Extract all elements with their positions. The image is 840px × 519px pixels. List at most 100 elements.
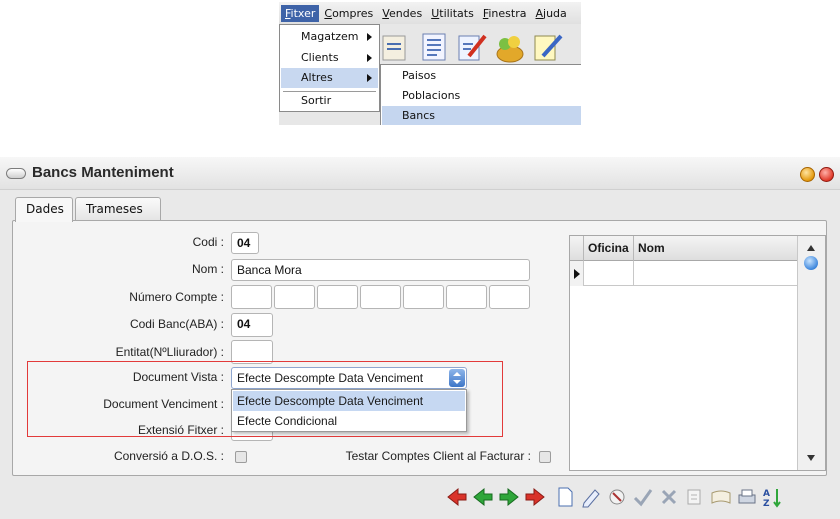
- label-codi-banc: Codi Banc(ABA) :: [129, 317, 224, 331]
- menu-vendes[interactable]: Vendes: [378, 5, 426, 22]
- dades-panel: Codi : Nom : Número Compte : Codi Banc(A…: [12, 220, 827, 476]
- stepper-down-icon: [453, 380, 461, 384]
- testar-comptes-checkbox[interactable]: [539, 451, 551, 463]
- cancel-edit-icon[interactable]: [606, 485, 628, 509]
- first-record-icon[interactable]: [446, 485, 468, 509]
- view-book-icon[interactable]: [710, 485, 732, 509]
- cell-oficina[interactable]: [584, 261, 634, 286]
- menu-ajuda[interactable]: Ajuda: [531, 5, 570, 22]
- bancs-manteniment-window: Bancs Manteniment Dades Trameses Codi : …: [0, 157, 840, 519]
- cell-nom[interactable]: [634, 261, 798, 286]
- fitxer-dropdown-menu: Magatzem Clients Altres Sortir: [279, 24, 380, 112]
- label-testar-comptes: Testar Comptes Client al Facturar :: [345, 449, 531, 463]
- menu-bar: Fitxer Compres Vendes Utilitats Finestra…: [279, 2, 581, 24]
- basket-icon[interactable]: [493, 30, 527, 64]
- submenu-item-bancs[interactable]: Bancs: [382, 106, 581, 125]
- menu-compres[interactable]: Compres: [320, 5, 377, 22]
- menu-item-clients[interactable]: Clients: [281, 48, 378, 68]
- window-titlebar[interactable]: Bancs Manteniment: [0, 157, 840, 190]
- window-collapse-pill[interactable]: [6, 168, 26, 179]
- submenu-arrow-icon: [367, 33, 372, 41]
- select-stepper-icon[interactable]: [449, 369, 465, 387]
- current-row-icon: [574, 269, 580, 279]
- label-codi: Codi :: [192, 235, 224, 249]
- codi-banc-field[interactable]: 04: [231, 313, 273, 337]
- table-row[interactable]: [570, 261, 798, 286]
- confirm-check-icon[interactable]: [632, 485, 654, 509]
- print-icon[interactable]: [736, 485, 758, 509]
- grid-vertical-scrollbar[interactable]: [797, 236, 825, 470]
- numero-compte-part-3[interactable]: [317, 285, 358, 309]
- document-vista-value: Efecte Descompte Data Venciment: [237, 371, 424, 385]
- notepad-pencil-icon[interactable]: [531, 30, 565, 64]
- option-efecte-descompte[interactable]: Efecte Descompte Data Venciment: [233, 391, 465, 411]
- label-conversio-dos: Conversió a D.O.S. :: [113, 449, 224, 463]
- search-record-icon[interactable]: [684, 485, 706, 509]
- next-record-icon[interactable]: [498, 485, 520, 509]
- label-extensio-fitxer: Extensió Fitxer :: [137, 423, 224, 437]
- submenu-arrow-icon: [367, 74, 372, 82]
- conversio-dos-checkbox[interactable]: [235, 451, 247, 463]
- menu-finestra[interactable]: Finestra: [479, 5, 531, 22]
- menu-item-label: Sortir: [301, 94, 332, 107]
- numero-compte-part-6[interactable]: [446, 285, 487, 309]
- menu-fitxer[interactable]: Fitxer: [281, 4, 320, 22]
- form-labels: Codi : Nom : Número Compte : Codi Banc(A…: [13, 221, 224, 477]
- oficines-grid: Oficina Nom: [569, 235, 826, 471]
- document-vista-select[interactable]: Efecte Descompte Data Venciment: [231, 367, 467, 389]
- edit-record-icon[interactable]: [580, 485, 602, 509]
- submenu-item-paisos[interactable]: Paisos: [382, 66, 581, 86]
- submenu-item-poblacions[interactable]: Poblacions: [382, 86, 581, 106]
- menu-utilitats[interactable]: Utilitats: [427, 5, 478, 22]
- menu-item-altres[interactable]: Altres: [281, 68, 378, 88]
- wizard-icon[interactable]: [379, 30, 413, 64]
- codi-field[interactable]: 04: [231, 232, 259, 254]
- window-title: Bancs Manteniment: [32, 164, 174, 181]
- column-header-nom[interactable]: Nom: [634, 236, 798, 261]
- previous-record-icon[interactable]: [472, 485, 494, 509]
- menu-screenshot-crop: Fitxer Compres Vendes Utilitats Finestra…: [279, 2, 581, 125]
- edit-document-icon[interactable]: [455, 30, 489, 64]
- document-list-icon[interactable]: [417, 30, 451, 64]
- label-numero-compte: Número Compte :: [129, 290, 224, 304]
- menu-item-label: Magatzem: [301, 30, 359, 43]
- stepper-up-icon: [453, 372, 461, 376]
- scroll-up-icon[interactable]: [807, 245, 815, 251]
- menu-item-label: Altres: [301, 71, 333, 84]
- svg-text:Z: Z: [763, 499, 770, 509]
- scroll-thumb[interactable]: [804, 256, 818, 270]
- row-indicator: [570, 261, 584, 286]
- label-document-venciment: Document Venciment :: [103, 397, 224, 411]
- tab-dades[interactable]: Dades: [15, 197, 73, 222]
- submenu-arrow-icon: [367, 54, 372, 62]
- numero-compte-part-1[interactable]: [231, 285, 272, 309]
- delete-x-icon[interactable]: [658, 485, 680, 509]
- menu-item-sortir[interactable]: Sortir: [281, 91, 378, 111]
- menu-item-label: Clients: [301, 51, 339, 64]
- scroll-down-icon[interactable]: [807, 455, 815, 461]
- entitat-field[interactable]: [231, 340, 273, 364]
- label-entitat: Entitat(NºLliurador) :: [115, 345, 224, 359]
- option-efecte-condicional[interactable]: Efecte Condicional: [233, 411, 465, 431]
- label-document-vista: Document Vista :: [132, 370, 224, 384]
- minimize-button[interactable]: [800, 167, 815, 182]
- close-button[interactable]: [819, 167, 834, 182]
- label-nom: Nom :: [191, 262, 224, 276]
- svg-text:A: A: [763, 489, 770, 499]
- column-header-oficina[interactable]: Oficina: [584, 236, 634, 261]
- last-record-icon[interactable]: [524, 485, 546, 509]
- nom-field[interactable]: Banca Mora: [231, 259, 530, 281]
- numero-compte-part-2[interactable]: [274, 285, 315, 309]
- sort-az-icon[interactable]: A Z: [762, 485, 784, 509]
- grid-header: Oficina Nom: [570, 236, 798, 261]
- tab-trameses[interactable]: Trameses: [75, 197, 161, 221]
- menu-item-magatzem[interactable]: Magatzem: [281, 27, 378, 47]
- numero-compte-part-7[interactable]: [489, 285, 530, 309]
- altres-submenu: Paisos Poblacions Bancs: [380, 64, 581, 125]
- numero-compte-part-5[interactable]: [403, 285, 444, 309]
- numero-compte-part-4[interactable]: [360, 285, 401, 309]
- grid-indicator-header: [570, 236, 584, 261]
- document-vista-options-list: Efecte Descompte Data Venciment Efecte C…: [231, 389, 467, 432]
- new-record-icon[interactable]: [554, 485, 576, 509]
- record-toolbar: A Z: [440, 485, 840, 513]
